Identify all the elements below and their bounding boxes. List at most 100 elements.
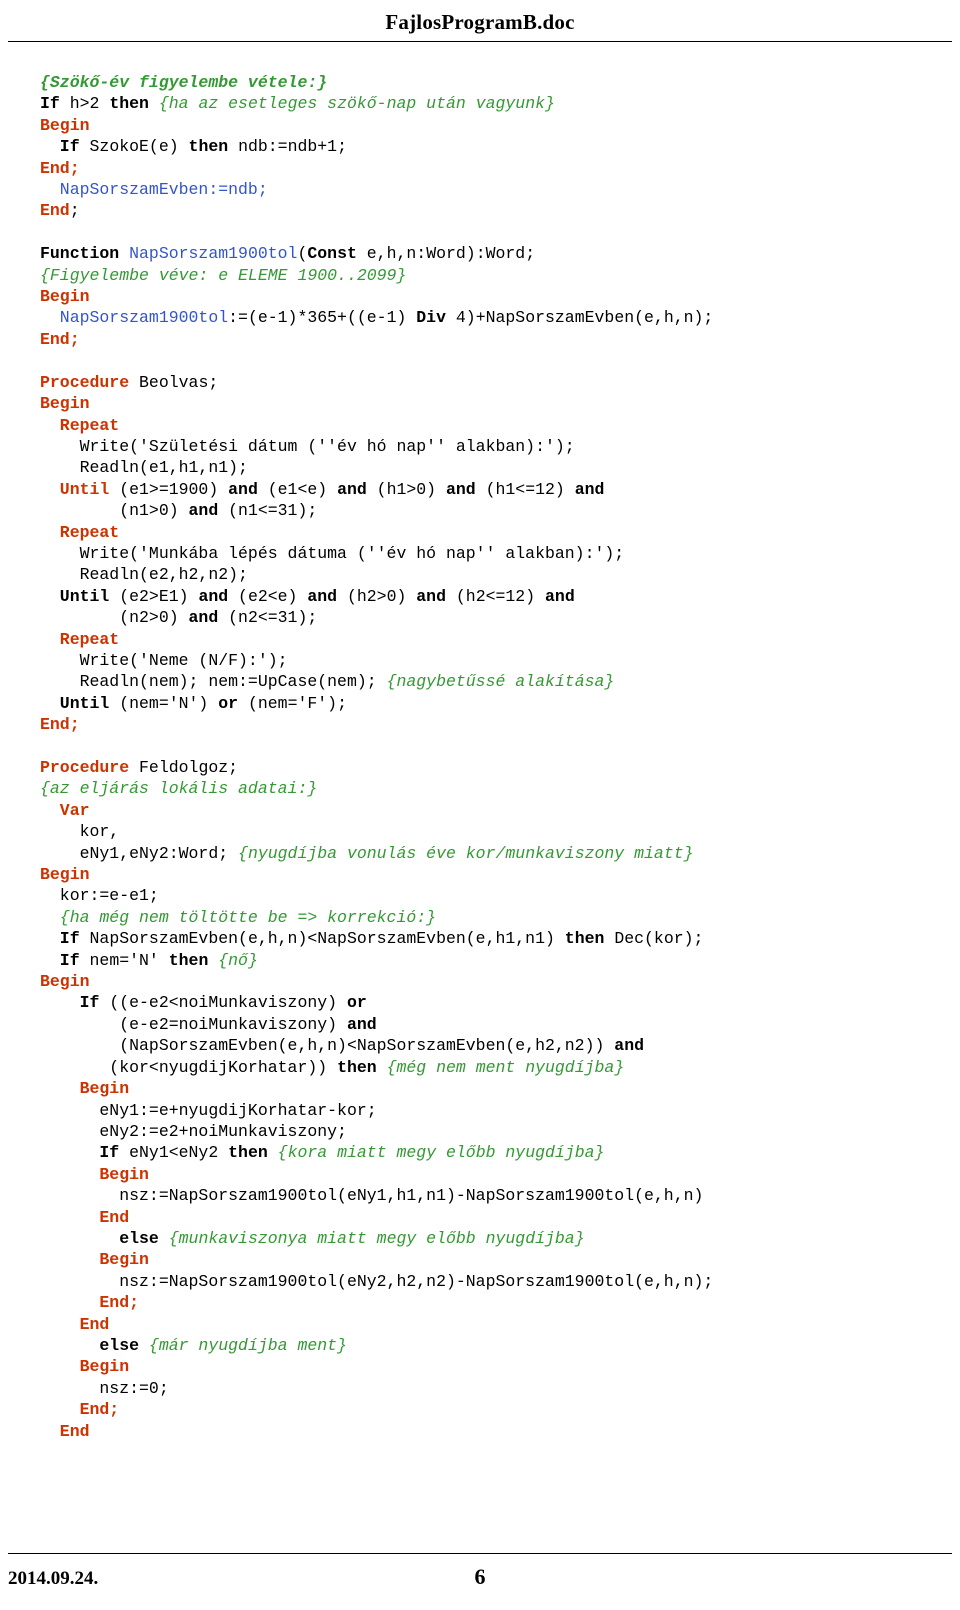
code-line: Write('Születési dátum (''év hó nap'' al… [40,436,960,457]
code-token: (h1>0) [376,479,446,499]
code-token: (nem='F'); [247,693,347,713]
code-token: then [564,929,615,949]
code-token: then [337,1057,387,1077]
code-token: Dec(kor); [614,929,704,949]
code-token: End [40,1207,130,1227]
code-token: End [40,1314,110,1334]
code-line: Readln(e1,h1,n1); [40,457,960,478]
code-line: nsz:=0; [40,1378,960,1399]
code-token: then [228,1143,278,1163]
code-line: Begin [40,1356,960,1377]
code-token: else [40,1335,149,1355]
code-line: (NapSorszamEvben(e,h,n)<NapSorszamEvben(… [40,1035,960,1056]
code-token: nem='N' [89,950,169,970]
code-line: eNy1:=e+nyugdijKorhatar-kor; [40,1100,960,1121]
code-line: End; [40,714,960,735]
code-token: and [416,586,456,606]
code-token: and [198,586,239,606]
code-token: Write('Neme (N/F):'); [40,650,288,670]
document-footer: 2014.09.24. 6 [0,1553,960,1609]
code-token: (NapSorszamEvben(e,h,n)<NapSorszamEvben(… [40,1036,615,1056]
code-token: SzokoE(e) [89,137,189,157]
code-token: nsz:=NapSorszam1900tol(eNy1,h1,n1)-NapSo… [40,1186,704,1206]
code-token: {ha az esetleges szökő-nap után vagyunk} [158,94,555,114]
code-token: Begin [40,972,90,992]
code-token: (nem='N') [119,693,219,713]
code-line: Repeat [40,629,960,650]
code-token: If [40,993,110,1013]
code-token: End; [40,329,80,349]
code-token: Write('Munkába lépés dátuma (''év hó nap… [40,543,625,563]
code-line: else {már nyugdíjba ment} [40,1335,960,1356]
code-token: ( [297,244,308,264]
code-line: Repeat [40,522,960,543]
code-line: (n1>0) and (n1<=31); [40,500,960,521]
code-token: {munkaviszonya miatt megy előbb nyugdíjb… [168,1228,585,1248]
code-line: Begin [40,115,960,136]
code-line: {Figyelembe véve: e ELEME 1900..2099} [40,265,960,286]
code-line: End [40,1421,960,1442]
code-token: Until [40,586,120,606]
code-line: End; [40,158,960,179]
code-line: If h>2 then {ha az esetleges szökő-nap u… [40,93,960,114]
code-token: NapSorszam1900tol [40,308,229,328]
code-token: End; [40,1400,120,1420]
code-line: Readln(nem); nem:=UpCase(nem); {nagybetű… [40,671,960,692]
code-line: If ((e-e2<noiMunkaviszony) or [40,992,960,1013]
code-line: End; [40,1292,960,1313]
code-token: and [188,501,229,521]
code-line: {ha még nem töltötte be => korrekció:} [40,907,960,928]
code-token: and [346,1014,377,1034]
code-token: {az eljárás lokális adatai:} [40,779,318,799]
code-token: then [188,137,239,157]
code-token: 4)+NapSorszamEvben(e,h,n); [455,308,714,328]
code-token: Repeat [40,415,120,435]
code-token: Begin [40,287,90,307]
code-line: End; [40,200,960,221]
code-token: Readln(e1,h1,n1); [40,458,248,478]
code-line: Begin [40,1249,960,1270]
code-token: eNy1:=e+nyugdijKorhatar-kor; [40,1100,377,1120]
code-token: If [40,929,90,949]
code-token: kor:=e-e1; [40,886,159,906]
code-line: NapSorszam1900tol:=(e-1)*365+((e-1) Div … [40,307,960,328]
code-token: then [168,950,219,970]
code-token: (kor<nyugdijKorhatar)) [40,1057,338,1077]
code-line: Until (e1>=1900) and (e1<e) and (h1>0) a… [40,479,960,500]
code-line: (kor<nyugdijKorhatar)) then {még nem men… [40,1057,960,1078]
code-token: {kora miatt megy előbb nyugdíjba} [277,1143,605,1163]
code-line: End; [40,329,960,350]
code-token: End; [40,158,80,178]
code-line: nsz:=NapSorszam1900tol(eNy2,h2,n2)-NapSo… [40,1271,960,1292]
code-token: {már nyugdíjba ment} [148,1335,347,1355]
code-token: or [218,693,248,713]
code-token: then [109,94,159,114]
code-token: (e1>=1900) [119,479,229,499]
code-token: Begin [40,1357,130,1377]
footer-page-number: 6 [474,1564,486,1589]
code-line: Begin [40,971,960,992]
code-line: else {munkaviszonya miatt megy előbb nyu… [40,1228,960,1249]
code-line: (n2>0) and (n2<=31); [40,607,960,628]
code-line: eNy1,eNy2:Word; {nyugdíjba vonulás éve k… [40,843,960,864]
code-line: Procedure Beolvas; [40,372,960,393]
code-line: Readln(e2,h2,n2); [40,564,960,585]
code-token: Until [40,479,120,499]
code-token: Begin [40,1079,130,1099]
code-token: Begin [40,1250,149,1270]
code-line: Procedure Feldolgoz; [40,757,960,778]
code-line: Until (nem='N') or (nem='F'); [40,693,960,714]
code-line: Begin [40,286,960,307]
code-token: If [40,1143,130,1163]
code-token: eNy1,eNy2:Word; [40,843,239,863]
code-line: Write('Neme (N/F):'); [40,650,960,671]
code-token: Function [40,244,130,264]
code-token: Begin [40,115,90,135]
code-token: (h2>0) [346,586,417,606]
code-line: kor, [40,821,960,842]
code-token: {nyugdíjba vonulás éve kor/munkaviszony … [238,843,694,863]
code-token: {Figyelembe véve: e ELEME 1900..2099} [40,265,407,285]
code-token: End [40,1421,90,1441]
code-line: Begin [40,864,960,885]
